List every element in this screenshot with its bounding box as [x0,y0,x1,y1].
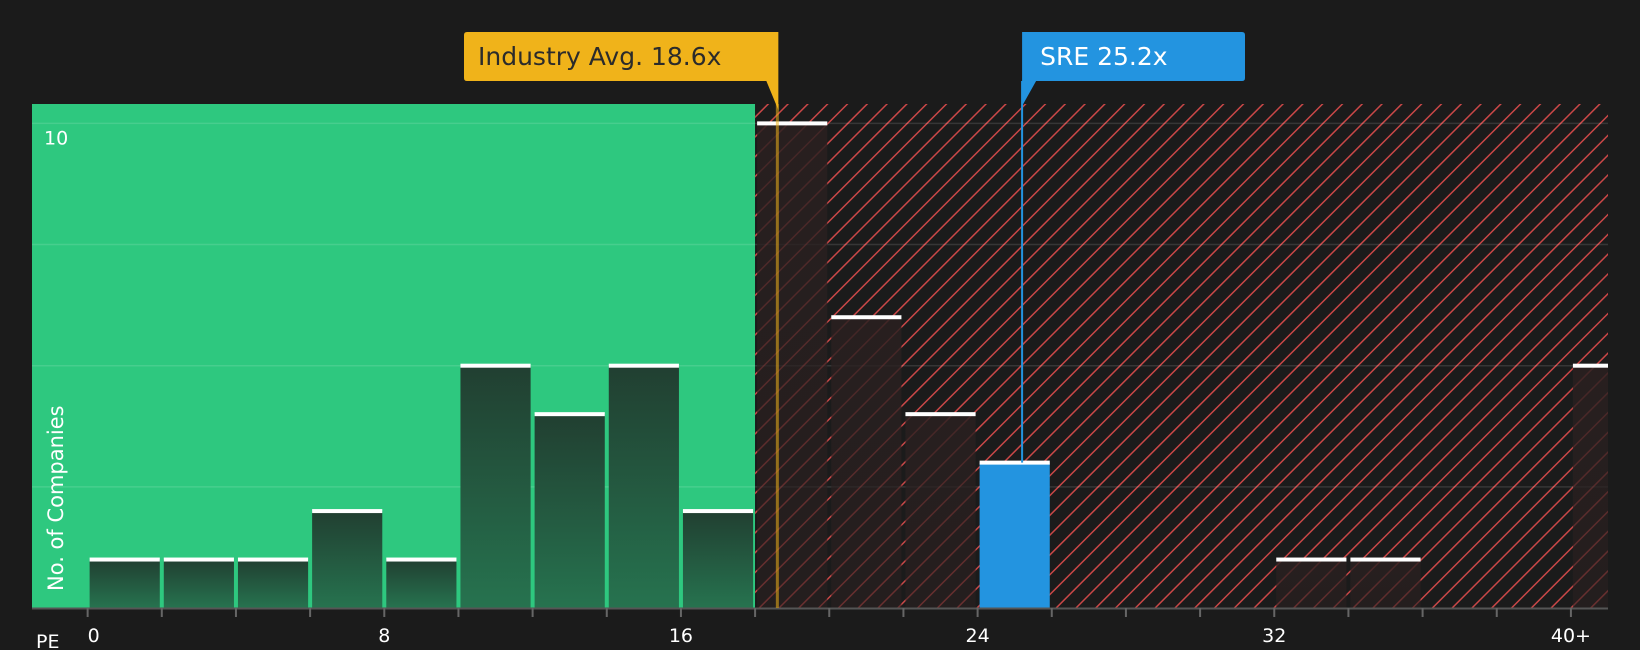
histogram-bar-cap [89,557,160,562]
industry-avg-label: Industry Avg. 18.6x [478,42,721,71]
y-axis-label: No. of Companies [44,405,68,591]
histogram-bar [89,559,160,608]
histogram-bar [534,414,605,608]
histogram-bar [163,559,234,608]
histogram-bar-cap [237,557,309,562]
histogram-bar-cap [534,412,605,417]
histogram-bar [608,365,679,608]
histogram-bar [460,365,531,608]
histogram-bar-cap [1572,363,1608,368]
histogram-bar [831,317,902,608]
histogram-bar [1350,559,1421,608]
histogram-bar-cap [1350,557,1421,562]
x-tick-label: 0 [88,625,100,647]
histogram-bar [979,462,1050,608]
histogram-bar-cap [831,315,902,320]
chart-svg: 10 0 8 16 24 32 40+ Industry Avg. 18.6x SRE 25… [32,32,1608,650]
histogram-bar-cap [608,363,679,368]
company-pe-label: SRE 25.2x [1040,42,1167,71]
x-tick-label: 24 [966,625,990,647]
histogram-bar-cap [1276,557,1347,562]
histogram-bar-cap [757,121,828,126]
histogram-bar-cap [312,509,383,514]
histogram-bar [1572,365,1608,608]
histogram-bar-cap [979,460,1050,465]
histogram-bar-cap [460,363,531,368]
histogram-bar [1276,559,1347,608]
x-tick-label: 8 [378,625,390,647]
histogram-bar [757,123,828,608]
histogram-bar-cap [163,557,234,562]
histogram-bar [682,511,754,608]
histogram-bar-cap [386,557,457,562]
histogram-bar [312,511,383,608]
y-tick-label: 10 [44,127,68,149]
histogram-bar [237,559,309,608]
histogram-bar-cap [682,509,754,514]
x-tick-label: 16 [669,625,693,647]
x-tick-label: 40+ [1551,625,1591,647]
x-tick-label: 32 [1262,625,1286,647]
histogram-bar [386,559,457,608]
x-axis-label: PE [36,631,59,650]
histogram-bar-cap [905,412,976,417]
histogram-bar [905,414,976,608]
pe-distribution-chart: 10 0 8 16 24 32 40+ Industry Avg. 18.6x SRE 25… [0,0,1640,650]
